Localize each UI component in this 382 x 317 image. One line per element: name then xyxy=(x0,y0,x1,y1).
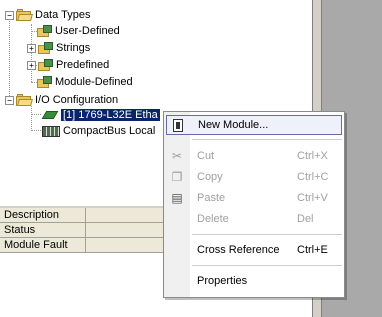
folder-open-icon xyxy=(16,94,33,106)
menu-item-properties[interactable]: Properties xyxy=(166,271,342,291)
menu-item-delete[interactable]: Delete Del xyxy=(166,209,342,229)
tree-node-strings[interactable]: + Strings xyxy=(27,40,90,56)
data-type-folder-icon xyxy=(37,75,52,89)
menu-separator xyxy=(192,265,342,266)
property-name: Status xyxy=(0,223,86,237)
menu-item-label: Cut xyxy=(197,150,215,162)
collapse-icon[interactable]: − xyxy=(5,10,14,20)
data-type-folder-icon xyxy=(37,24,52,38)
scissors-icon: ✂ xyxy=(171,149,183,163)
tree-connector xyxy=(9,14,10,100)
property-value xyxy=(86,238,170,252)
paste-icon: ▤ xyxy=(171,191,183,205)
property-row-description[interactable]: Description xyxy=(0,208,170,223)
tree-node-label: Predefined xyxy=(56,59,110,71)
menu-separator xyxy=(192,234,342,235)
menu-separator xyxy=(192,139,342,140)
tree-node-label: Strings xyxy=(56,42,91,54)
copy-icon: ❐ xyxy=(171,170,183,184)
tree-node-label: Module-Defined xyxy=(55,76,133,88)
menu-item-cross-reference[interactable]: Cross Reference Ctrl+E xyxy=(166,240,342,260)
tree-node-label: Data Types xyxy=(35,9,91,21)
tree-node-module-defined[interactable]: Module-Defined xyxy=(37,74,133,90)
tree-node-label: I/O Configuration xyxy=(35,94,119,106)
tree-node-compactbus-local[interactable]: CompactBus Local xyxy=(42,123,155,139)
property-name: Module Fault xyxy=(0,238,86,252)
menu-item-new-module[interactable]: New Module... xyxy=(166,115,342,135)
tree-connector xyxy=(31,106,32,131)
tree-connector xyxy=(31,130,41,131)
tree-connector xyxy=(31,114,41,115)
data-type-folder-icon xyxy=(38,58,53,72)
menu-item-label: Delete xyxy=(197,213,229,225)
menu-item-label: Cross Reference xyxy=(197,244,280,256)
menu-item-shortcut: Ctrl+X xyxy=(297,150,328,162)
tree-node-io-configuration[interactable]: − I/O Configuration xyxy=(5,92,118,108)
menu-item-label: Copy xyxy=(197,171,223,183)
tree-node-user-defined[interactable]: User-Defined xyxy=(37,23,120,39)
tree-node-label: [1] 1769-L32E Etha xyxy=(61,109,160,121)
menu-item-label: Paste xyxy=(197,192,226,204)
property-value xyxy=(86,208,170,222)
menu-item-shortcut: Ctrl+E xyxy=(297,244,328,256)
tree-node-label: CompactBus Local xyxy=(63,125,156,137)
menu-item-copy[interactable]: ❐ Copy Ctrl+C xyxy=(166,167,342,187)
backplane-icon xyxy=(42,125,60,137)
expand-icon[interactable]: + xyxy=(27,43,36,53)
menu-item-shortcut: Del xyxy=(297,213,314,225)
menu-item-cut[interactable]: ✂ Cut Ctrl+X xyxy=(166,146,342,166)
new-module-icon xyxy=(173,118,183,132)
data-type-folder-icon xyxy=(38,41,53,55)
expand-icon[interactable]: + xyxy=(27,60,36,70)
context-menu: New Module... ✂ Cut Ctrl+X ❐ Copy Ctrl+C… xyxy=(163,111,345,298)
property-name: Description xyxy=(0,208,86,222)
ethernet-module-icon xyxy=(41,109,59,121)
tree-node-controller-module[interactable]: [1] 1769-L32E Etha xyxy=(41,107,160,123)
property-row-module-fault[interactable]: Module Fault xyxy=(0,238,170,253)
collapse-icon[interactable]: − xyxy=(5,95,14,105)
menu-item-shortcut: Ctrl+C xyxy=(297,171,329,183)
property-row-status[interactable]: Status xyxy=(0,223,170,238)
menu-item-shortcut: Ctrl+V xyxy=(297,192,328,204)
menu-item-label: New Module... xyxy=(198,119,269,131)
tree-node-label: User-Defined xyxy=(55,25,120,37)
folder-open-icon xyxy=(16,9,33,21)
tree-node-data-types[interactable]: − Data Types xyxy=(5,7,90,23)
property-value xyxy=(86,223,170,237)
menu-item-paste[interactable]: ▤ Paste Ctrl+V xyxy=(166,188,342,208)
tree-node-predefined[interactable]: + Predefined xyxy=(27,57,109,73)
menu-item-label: Properties xyxy=(197,275,248,287)
